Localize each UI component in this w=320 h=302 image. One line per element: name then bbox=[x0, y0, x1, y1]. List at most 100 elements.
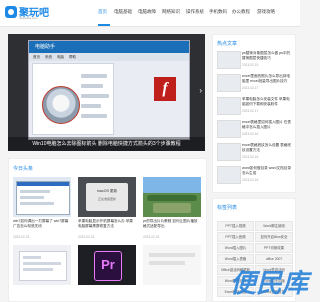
article-date: 2023-02-15 bbox=[242, 63, 259, 67]
nav-item-os[interactable]: 操作系统 bbox=[186, 9, 204, 15]
thumbnail-field bbox=[153, 203, 191, 213]
thumbnail-titlebar bbox=[17, 182, 69, 186]
premiere-pro-icon: Pr bbox=[94, 251, 122, 281]
headline-date: 2023-02-23 bbox=[13, 235, 30, 239]
hot-article-item[interactable]: excel表格里如何插入图片 在表格中怎么插入图片 2023-02-16 bbox=[217, 119, 293, 143]
hero-menu-item: 系统 bbox=[45, 54, 52, 59]
thumbnail-line bbox=[20, 190, 50, 193]
hero-menu-item: 首页 bbox=[33, 54, 40, 59]
hero-row bbox=[81, 114, 107, 118]
thumbnail-line bbox=[23, 268, 53, 271]
nav-item-network[interactable]: 网络知识 bbox=[162, 9, 180, 15]
headline-card[interactable] bbox=[143, 245, 201, 297]
headline-title: pr的导出片片教程 如何让图片播放格式适配导出 bbox=[143, 219, 198, 228]
thumbnail-macos-dialog: macOS 更新 正在准备更新 bbox=[86, 183, 128, 211]
hero-menu-item: 电脑 bbox=[57, 54, 64, 59]
article-thumbnail bbox=[217, 120, 241, 138]
headline-thumbnail: Pr bbox=[78, 245, 136, 285]
tag-item[interactable]: PPT插入视频 bbox=[217, 221, 254, 231]
thumbnail-treeline bbox=[147, 195, 197, 201]
headline-thumbnail bbox=[143, 177, 201, 217]
hero-window-title: 电脑助手 bbox=[35, 44, 56, 50]
nav-item-home[interactable]: 首页 bbox=[98, 9, 107, 15]
thumbnail-line bbox=[20, 202, 54, 205]
hot-article-item[interactable]: word如何做目录 word文档目录怎么生成 2023-02-16 bbox=[217, 165, 293, 189]
headline-date: 2023-02-23 bbox=[78, 235, 95, 239]
hero-menu-item: 帮助 bbox=[69, 54, 76, 59]
tag-item[interactable]: PPT切换效果 bbox=[255, 243, 293, 253]
headline-card[interactable] bbox=[13, 245, 71, 297]
hero-row bbox=[81, 94, 109, 98]
headline-thumbnail bbox=[13, 177, 71, 217]
hot-article-item[interactable]: 苹果电脑怎么安装文件 苹果电脑如何下载和安装软件 2023-02-17 bbox=[217, 96, 293, 120]
tag-item[interactable]: 如何开启Bios安全 bbox=[255, 232, 293, 242]
site-logo[interactable]: 聚玩吧 Jüwanba.com bbox=[4, 3, 49, 23]
headline-thumbnail bbox=[13, 245, 71, 285]
headline-title: 苹果电脑显示开机屏幕怎么办 苹果电脑屏幕黑屏修复方法 bbox=[78, 219, 133, 228]
tags-title: 标签列表 bbox=[217, 205, 238, 211]
thumbnail-dialog-subtitle: 正在准备更新 bbox=[97, 197, 116, 201]
tag-item[interactable]: Word脚注使用 bbox=[255, 221, 293, 231]
headline-thumbnail bbox=[143, 245, 201, 285]
article-date: 2023-02-16 bbox=[242, 132, 259, 136]
site-header: 聚玩吧 Jüwanba.com 首页 电脑基础 电脑故障 网络知识 操作系统 手… bbox=[0, 0, 300, 27]
article-date: 2023-02-17 bbox=[242, 109, 259, 113]
tag-item[interactable]: PPT插入音频 bbox=[217, 232, 254, 242]
thumbnail-line bbox=[23, 262, 61, 265]
thumbnail-dialog-title: macOS 更新 bbox=[96, 189, 118, 193]
headline-date: 2023-02-23 bbox=[143, 235, 160, 239]
hot-articles-panel: 热点文章 ps替换对象图层怎么做 ps中的替换图层快捷技巧 2023-02-15… bbox=[212, 34, 296, 193]
nav-item-office[interactable]: 办公教程 bbox=[232, 9, 250, 15]
today-headlines-title: 今日头条 bbox=[13, 166, 34, 172]
thumbnail-line bbox=[23, 256, 41, 259]
nav-item-games[interactable]: 游戏攻略 bbox=[257, 9, 275, 15]
hero-caption[interactable]: Win10电脑怎么去除图标箭头 删除电脑快捷方式箭头的3个步骤教程 bbox=[8, 140, 205, 147]
headline-card[interactable]: macOS 更新 正在准备更新 苹果电脑显示开机屏幕怎么办 苹果电脑屏幕黑屏修复… bbox=[78, 177, 136, 241]
thumbnail-line bbox=[149, 253, 195, 257]
disc-icon bbox=[42, 86, 80, 124]
article-thumbnail bbox=[217, 51, 241, 69]
thumbnail-line bbox=[20, 196, 44, 199]
hero-window-menu: 首页 系统 电脑 帮助 bbox=[29, 53, 189, 61]
article-title: excel里面的照片怎么导出到电脑里 excel批量导出图片技巧 bbox=[242, 74, 290, 83]
nav-item-basics[interactable]: 电脑基础 bbox=[114, 9, 132, 15]
flash-icon: f bbox=[154, 77, 176, 101]
article-title: excel表格底纹怎么设置 表格底纹设置方法 bbox=[242, 143, 291, 152]
chevron-right-icon[interactable]: › bbox=[199, 86, 202, 95]
hero-window-screenshot: 电脑助手 首页 系统 电脑 帮助 f bbox=[28, 40, 190, 140]
logo-icon bbox=[5, 6, 17, 18]
logo-subtitle: Jüwanba.com bbox=[19, 16, 38, 20]
headline-card[interactable]: Pr bbox=[78, 245, 136, 297]
article-date: 2023-02-16 bbox=[242, 178, 259, 182]
hero-row bbox=[81, 74, 107, 78]
hero-row bbox=[81, 104, 101, 108]
article-title: ps替换对象图层怎么做 ps中的替换图层快捷技巧 bbox=[242, 51, 291, 60]
hot-article-item[interactable]: ps替换对象图层怎么做 ps中的替换图层快捷技巧 2023-02-15 bbox=[217, 50, 293, 74]
tag-item[interactable]: Word插入图片 bbox=[217, 243, 254, 253]
article-thumbnail bbox=[217, 97, 241, 115]
headline-card[interactable]: win7如何调出一打屏幕了 win7屏幕广告怎么彻底关闭 2023-02-23 bbox=[13, 177, 71, 241]
headline-title: win7如何调出一打屏幕了 win7屏幕广告怎么彻底关闭 bbox=[13, 219, 69, 228]
hot-article-item[interactable]: excel表格底纹怎么设置 表格底纹设置方法 2023-02-16 bbox=[217, 142, 293, 166]
hot-article-item[interactable]: excel里面的照片怎么导出到电脑里 excel批量导出图片技巧 2023-02… bbox=[217, 73, 293, 97]
hero-row bbox=[81, 84, 103, 88]
nav-item-mobile[interactable]: 手机数码 bbox=[209, 9, 227, 15]
hero-window-titlebar: 电脑助手 bbox=[29, 41, 189, 53]
article-date: 2023-02-17 bbox=[242, 86, 259, 90]
article-title: 苹果电脑怎么安装文件 苹果电脑如何下载和安装软件 bbox=[242, 97, 290, 106]
nav-item-faults[interactable]: 电脑故障 bbox=[138, 9, 156, 15]
thumbnail-line bbox=[149, 261, 185, 265]
watermark-text: 便民库 bbox=[230, 268, 309, 298]
article-title: excel表格里如何插入图片 在表格中怎么插入图片 bbox=[242, 120, 291, 129]
article-thumbnail bbox=[217, 74, 241, 92]
article-title: word如何做目录 word文档目录怎么生成 bbox=[242, 166, 291, 175]
nav-active-indicator bbox=[98, 24, 110, 26]
watermark: 便民库 bbox=[220, 265, 308, 298]
headline-card[interactable]: pr的导出片片教程 如何让图片播放格式适配导出 2023-02-23 bbox=[143, 177, 201, 241]
article-date: 2023-02-16 bbox=[242, 155, 259, 159]
hero-slider[interactable]: 电脑助手 首页 系统 电脑 帮助 f Win10电脑怎么去除图标箭头 删除电脑快… bbox=[8, 34, 205, 151]
today-headlines-panel: 今日头条 win7如何调出一打屏幕了 win7屏幕广告怎么彻底关闭 2023-0… bbox=[8, 158, 207, 302]
article-thumbnail bbox=[217, 143, 241, 161]
thumbnail-window bbox=[19, 251, 67, 281]
article-thumbnail bbox=[217, 166, 241, 184]
